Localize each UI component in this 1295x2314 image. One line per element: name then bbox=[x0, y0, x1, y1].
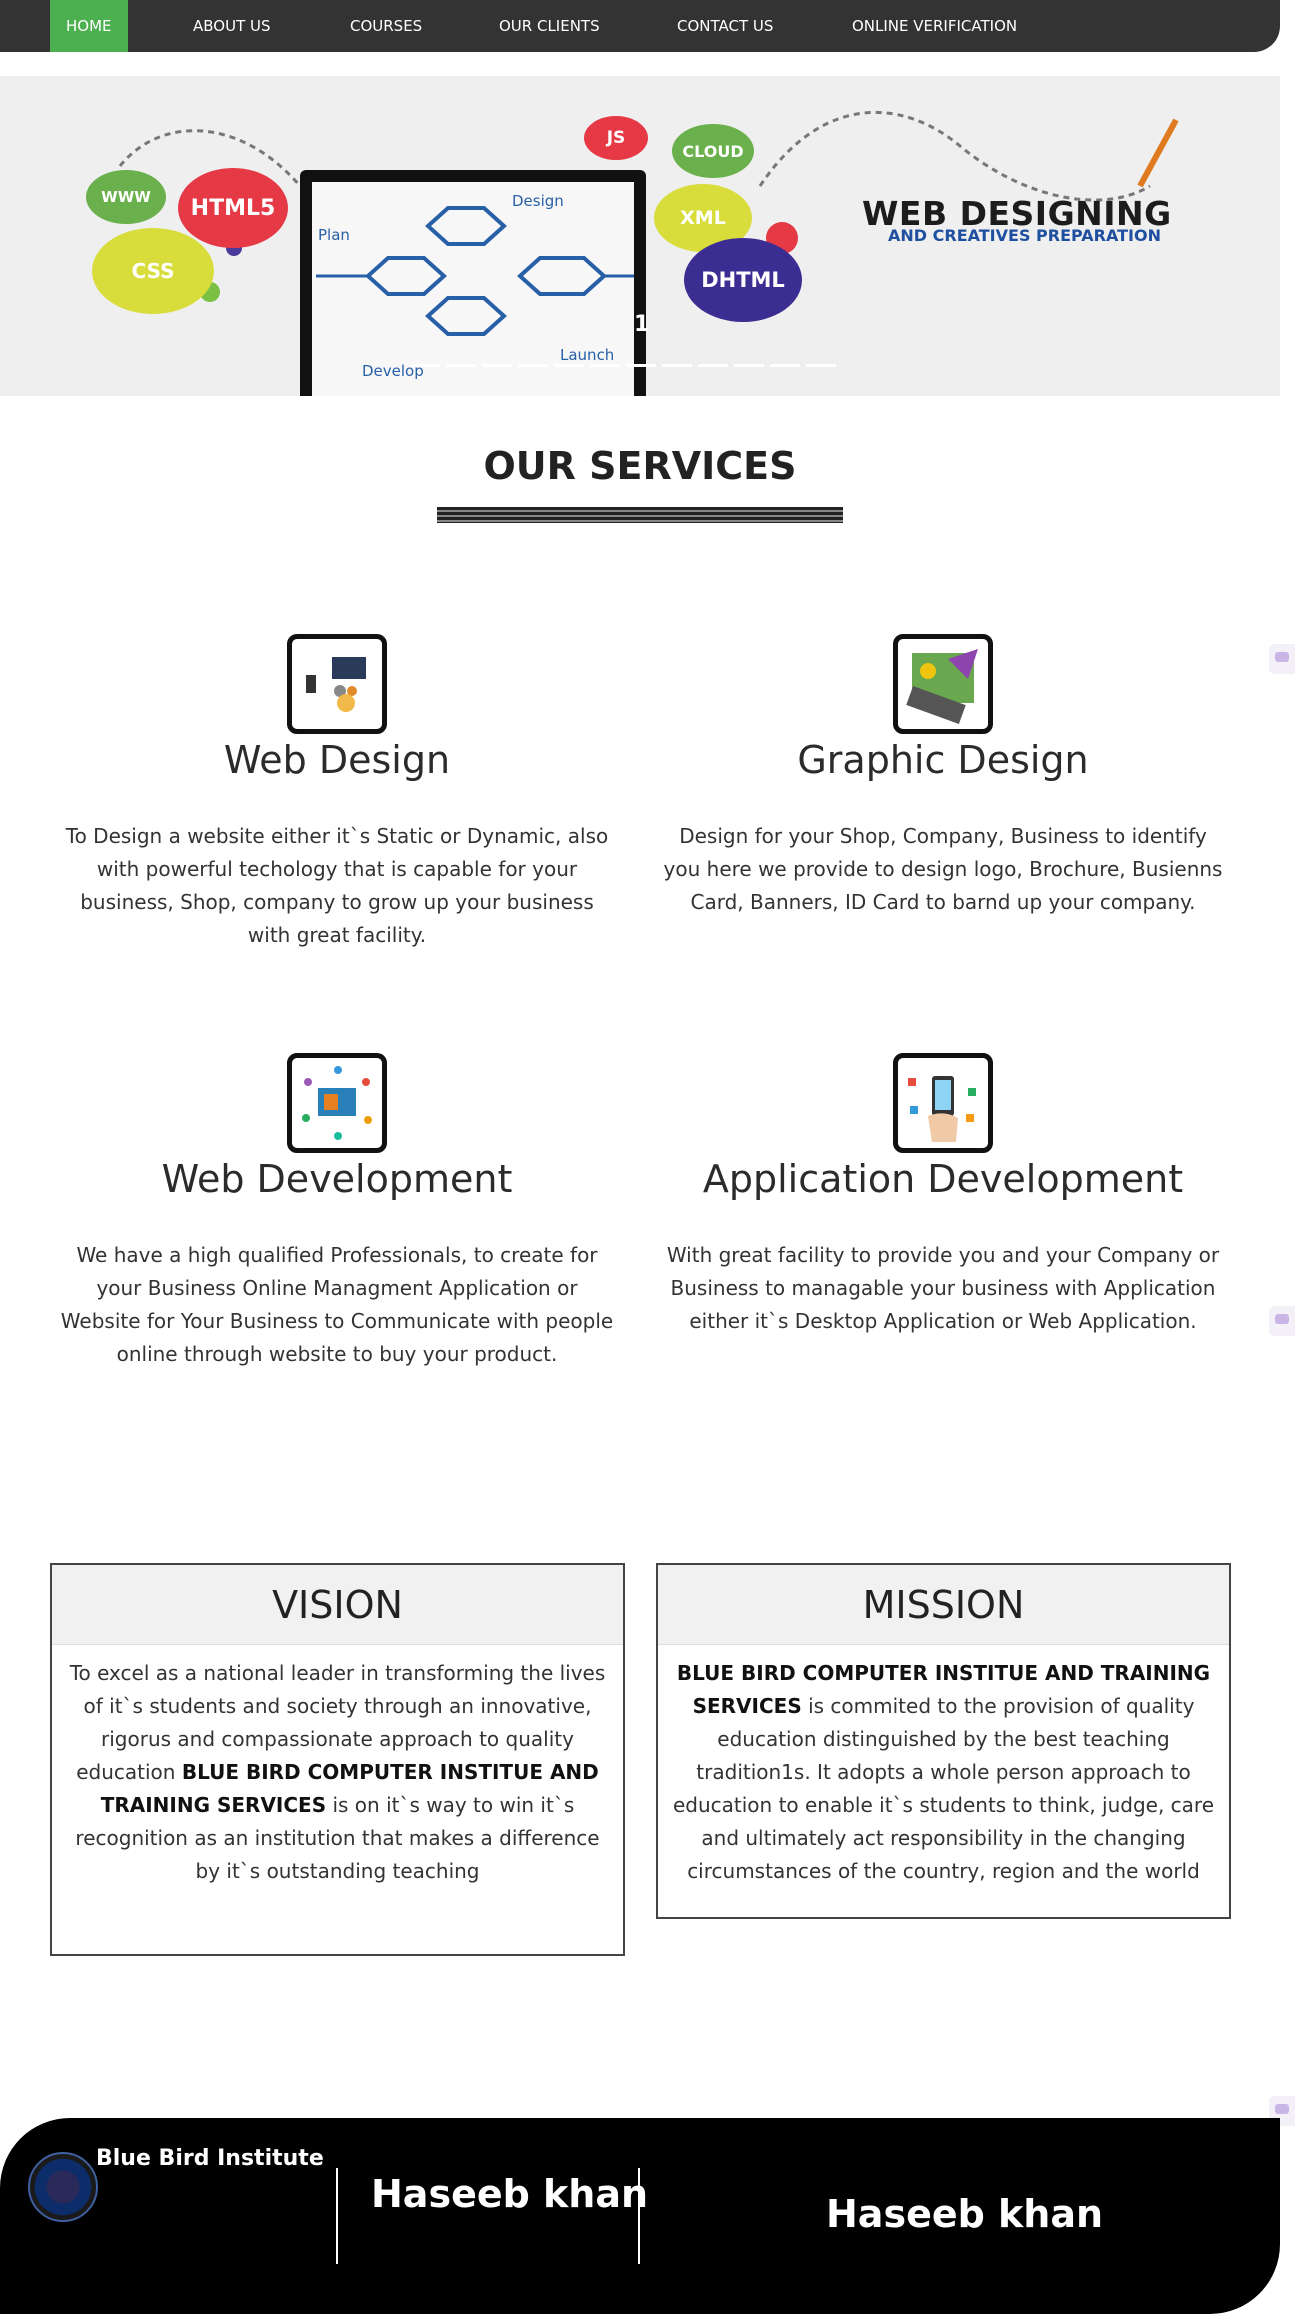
slider-dot[interactable] bbox=[518, 364, 548, 367]
slider-dot[interactable] bbox=[590, 364, 620, 367]
slider-dot[interactable] bbox=[410, 364, 440, 367]
service-description: We have a high qualified Professionals, … bbox=[60, 1243, 614, 1366]
service-description: Design for your Shop, Company, Business … bbox=[663, 824, 1223, 914]
services-heading: OUR SERVICES bbox=[483, 444, 797, 488]
bubble-www: WWW bbox=[86, 170, 166, 224]
nav-courses[interactable]: COURSES bbox=[350, 0, 422, 52]
service-title: Web Development bbox=[161, 1157, 513, 1201]
slider-indicators bbox=[410, 364, 836, 367]
bubble-css: CSS bbox=[92, 228, 214, 314]
slider-dot[interactable] bbox=[626, 364, 656, 367]
slider-dot[interactable] bbox=[662, 364, 692, 367]
slide-number: 1 bbox=[634, 312, 650, 337]
mission-box: MISSION BLUE BIRD COMPUTER INSTITUE AND … bbox=[656, 1563, 1231, 1919]
mission-text: BLUE BIRD COMPUTER INSTITUE AND TRAINING… bbox=[672, 1661, 1215, 1883]
service-title: Web Design bbox=[223, 738, 451, 782]
slider-dot[interactable] bbox=[554, 364, 584, 367]
slider-dot[interactable] bbox=[734, 364, 764, 367]
service-card-web-development: Web Development We have a high qualified… bbox=[52, 1053, 622, 1371]
bubble-cloud: CLOUD bbox=[672, 124, 754, 178]
nav-home[interactable]: HOME bbox=[50, 0, 128, 52]
diagram-label-design: Design bbox=[512, 192, 564, 210]
institute-logo bbox=[28, 2152, 98, 2222]
service-description: To Design a website either it`s Static o… bbox=[65, 824, 609, 947]
web-design-icon bbox=[287, 634, 387, 734]
side-widget-tab[interactable] bbox=[1269, 644, 1295, 674]
vision-box: VISION To excel as a national leader in … bbox=[50, 1563, 625, 1956]
slider-dot[interactable] bbox=[806, 364, 836, 367]
slider-dot[interactable] bbox=[482, 364, 512, 367]
hero-subtitle: AND CREATIVES PREPARATION bbox=[888, 226, 1161, 245]
side-widget-tab[interactable] bbox=[1269, 1306, 1295, 1336]
service-description: With great facility to provide you and y… bbox=[666, 1243, 1220, 1333]
web-development-icon bbox=[287, 1053, 387, 1153]
vision-heading: VISION bbox=[52, 1565, 623, 1645]
service-title: Graphic Design bbox=[797, 738, 1089, 782]
slider-dot[interactable] bbox=[698, 364, 728, 367]
bubble-html5: HTML5 bbox=[178, 168, 288, 248]
footer-brand: Blue Bird Institute bbox=[96, 2146, 324, 2171]
app-development-icon bbox=[893, 1053, 993, 1153]
diagram-label-plan: Plan bbox=[318, 226, 350, 244]
footer: Blue Bird Institute Haseeb khan Haseeb k… bbox=[0, 2118, 1280, 2314]
service-card-graphic-design: Graphic Design Design for your Shop, Com… bbox=[658, 634, 1228, 919]
slider-dot[interactable] bbox=[446, 364, 476, 367]
nav-our-clients[interactable]: OUR CLIENTS bbox=[499, 0, 600, 52]
top-navbar: HOME ABOUT US COURSES OUR CLIENTS CONTAC… bbox=[0, 0, 1280, 52]
heading-underline bbox=[437, 507, 843, 523]
service-card-web-design: Web Design To Design a website either it… bbox=[52, 634, 622, 952]
nav-about-us[interactable]: ABOUT US bbox=[193, 0, 271, 52]
footer-name: Haseeb khan bbox=[371, 2172, 649, 2216]
slider-dot[interactable] bbox=[770, 364, 800, 367]
nav-online-verification[interactable]: ONLINE VERIFICATION bbox=[852, 0, 1017, 52]
footer-divider bbox=[336, 2168, 338, 2264]
bubble-js: JS bbox=[584, 116, 648, 160]
hero-slider[interactable]: Plan Design Develop Launch JS CLOUD WWW … bbox=[0, 76, 1280, 396]
bubble-dhtml: DHTML bbox=[684, 238, 802, 322]
mission-heading: MISSION bbox=[658, 1565, 1229, 1645]
footer-divider bbox=[638, 2168, 640, 2264]
graphic-design-icon bbox=[893, 634, 993, 734]
diagram-label-launch: Launch bbox=[560, 346, 614, 364]
vision-text: To excel as a national leader in transfo… bbox=[69, 1661, 606, 1883]
footer-name: Haseeb khan bbox=[826, 2192, 1104, 2236]
nav-contact-us[interactable]: CONTACT US bbox=[677, 0, 773, 52]
service-card-application-development: Application Development With great facil… bbox=[658, 1053, 1228, 1338]
service-title: Application Development bbox=[702, 1157, 1184, 1201]
